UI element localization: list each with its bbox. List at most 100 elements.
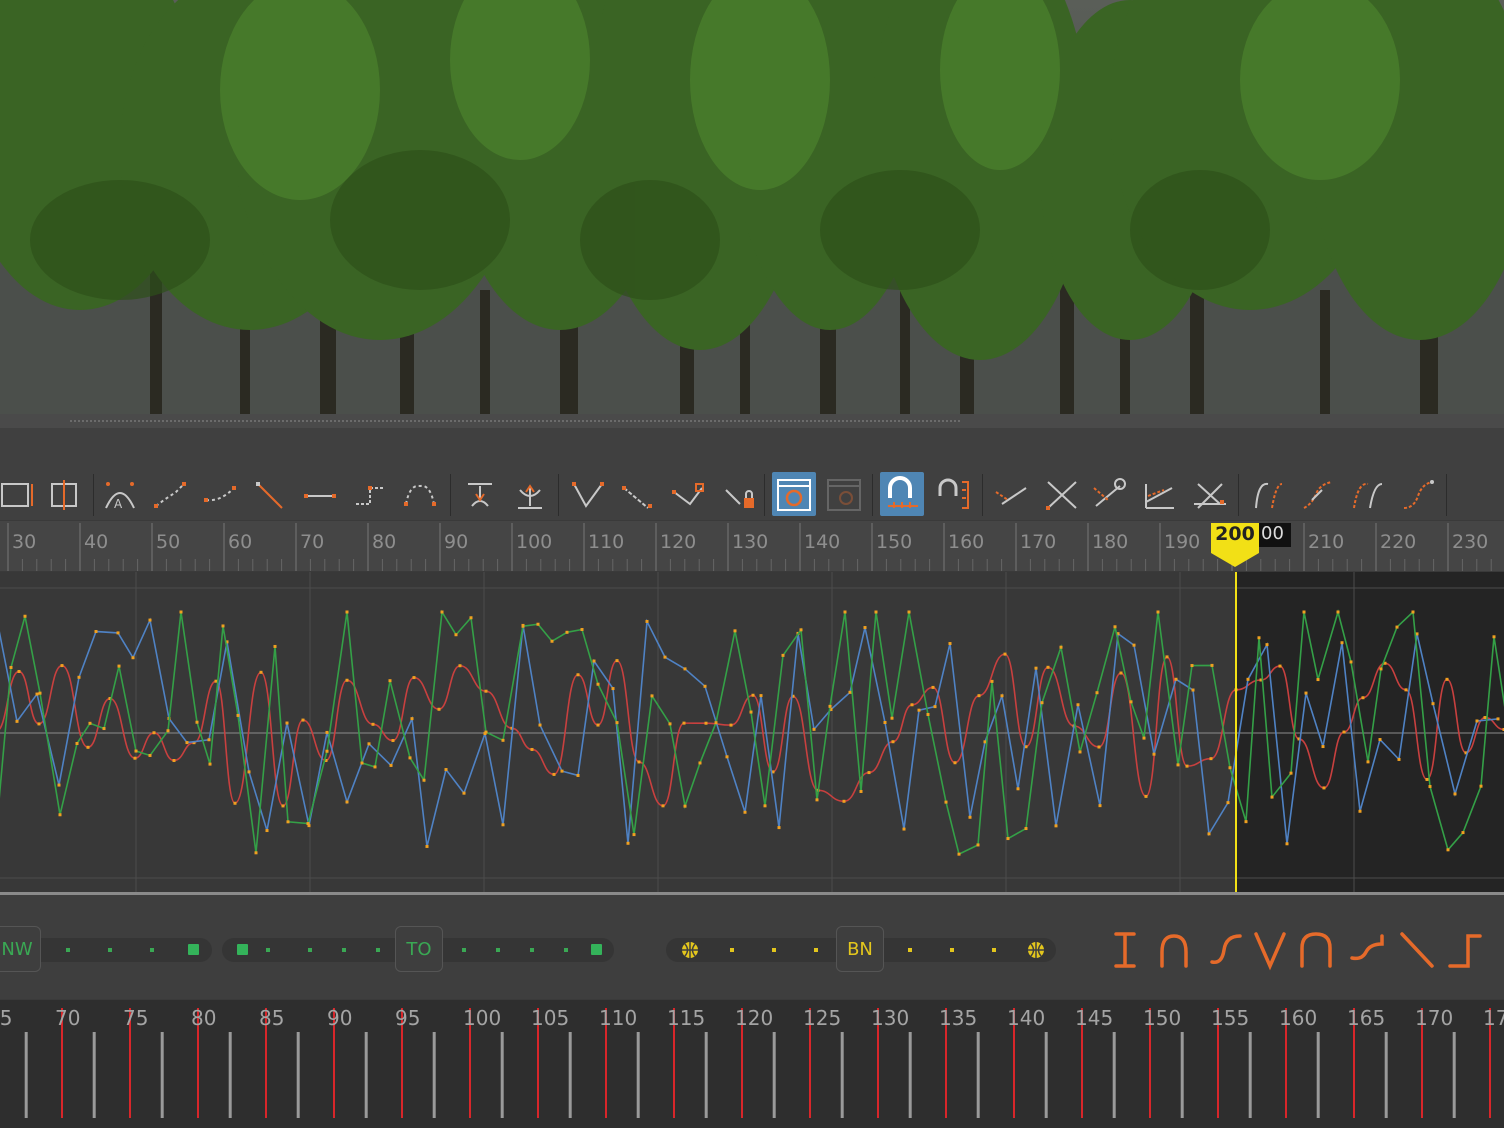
keyframe-point bbox=[440, 610, 444, 614]
keyframe-point bbox=[550, 639, 554, 643]
plateau-tangent-icon[interactable] bbox=[398, 472, 442, 516]
frame-all-icon[interactable] bbox=[0, 472, 38, 516]
curve-graph[interactable] bbox=[0, 572, 1504, 894]
unify-tangents-icon[interactable] bbox=[508, 472, 552, 516]
keyframe-point bbox=[781, 653, 785, 657]
timeline-label: 17 bbox=[1483, 1006, 1504, 1030]
key-square[interactable] bbox=[188, 944, 199, 955]
key-dot[interactable] bbox=[66, 948, 70, 952]
curve-ease-both-icon[interactable] bbox=[1346, 472, 1390, 516]
ease-out-icon[interactable] bbox=[1348, 928, 1388, 972]
keyframe-point bbox=[1257, 636, 1261, 640]
keyframe-point bbox=[35, 692, 39, 696]
key-dot[interactable] bbox=[908, 948, 912, 952]
break-tangents-icon[interactable] bbox=[458, 472, 502, 516]
ruler-tick-label: 110 bbox=[588, 531, 625, 553]
free-weight-icon[interactable] bbox=[566, 472, 610, 516]
ease-in-icon[interactable] bbox=[1158, 928, 1198, 972]
key-globe-icon[interactable] bbox=[1026, 940, 1046, 960]
frame-selection-icon[interactable] bbox=[42, 472, 86, 516]
to-button[interactable]: TO bbox=[395, 926, 443, 972]
key-globe-icon[interactable] bbox=[680, 940, 700, 960]
spline-tangent-icon[interactable] bbox=[148, 472, 192, 516]
keyframe-point bbox=[650, 694, 654, 698]
swap-buffer-icon[interactable] bbox=[822, 472, 866, 516]
key-dot[interactable] bbox=[150, 948, 154, 952]
linear-tangent-icon[interactable] bbox=[248, 472, 292, 516]
keyframe-point bbox=[306, 822, 310, 826]
keyframe-point bbox=[948, 642, 952, 646]
clamped-tangent-icon[interactable] bbox=[198, 472, 242, 516]
keyframe-point bbox=[1097, 745, 1101, 749]
slope-down-icon[interactable] bbox=[1398, 928, 1438, 972]
key-dot[interactable] bbox=[814, 948, 818, 952]
keyframe-point bbox=[1185, 764, 1189, 768]
playhead-flag[interactable]: 200 bbox=[1209, 521, 1261, 569]
lock-weight-icon[interactable] bbox=[616, 472, 660, 516]
panel-splitter[interactable] bbox=[0, 414, 1504, 428]
key-dot[interactable] bbox=[992, 948, 996, 952]
step-icon[interactable] bbox=[1446, 928, 1486, 972]
keyframe-point bbox=[86, 745, 90, 749]
key-dot[interactable] bbox=[530, 948, 534, 952]
weighted-tangents-icon[interactable] bbox=[666, 472, 710, 516]
key-dot[interactable] bbox=[496, 948, 500, 952]
v-shape-icon[interactable] bbox=[1252, 928, 1292, 972]
keyframe-point bbox=[560, 769, 564, 773]
keyframe-point bbox=[763, 804, 767, 808]
step-tangent-icon[interactable] bbox=[348, 472, 392, 516]
keyframe-point bbox=[1342, 730, 1346, 734]
auto-tangent-icon[interactable]: A bbox=[98, 472, 142, 516]
keyframe-point bbox=[596, 682, 600, 686]
keyframe-point bbox=[843, 610, 847, 614]
keyframe-point bbox=[698, 761, 702, 765]
keyframe-point bbox=[1142, 736, 1146, 740]
ruler-tick-label: 90 bbox=[444, 531, 469, 553]
keyframe-point bbox=[325, 730, 329, 734]
keyframe-point bbox=[759, 694, 763, 698]
linear-step-icon[interactable] bbox=[1110, 928, 1150, 972]
keyframe-point bbox=[1446, 848, 1450, 852]
key-dot[interactable] bbox=[342, 948, 346, 952]
keyframe-point bbox=[751, 693, 755, 697]
keyframe-point bbox=[501, 823, 505, 827]
cycle-offset-icon[interactable] bbox=[1088, 472, 1132, 516]
keyframe-point bbox=[94, 630, 98, 634]
nw-button[interactable]: NW bbox=[0, 926, 41, 972]
keyframe-point bbox=[172, 759, 176, 763]
normalize-icon[interactable] bbox=[1138, 472, 1182, 516]
key-dot[interactable] bbox=[108, 948, 112, 952]
keyframe-point bbox=[1289, 771, 1293, 775]
buffer-curve-icon[interactable] bbox=[772, 472, 816, 516]
key-square[interactable] bbox=[237, 944, 248, 955]
pre-infinity-icon[interactable] bbox=[990, 472, 1034, 516]
curve-smooth-icon[interactable] bbox=[1396, 472, 1440, 516]
curve-ease-out-icon[interactable] bbox=[1296, 472, 1340, 516]
flat-tangent-icon[interactable] bbox=[298, 472, 342, 516]
splitter-grip[interactable] bbox=[70, 420, 960, 422]
3d-viewport[interactable] bbox=[0, 0, 1504, 414]
keyframe-point bbox=[1304, 691, 1308, 695]
keyframe-point bbox=[1003, 652, 1007, 656]
key-dot[interactable] bbox=[308, 948, 312, 952]
key-dot[interactable] bbox=[376, 948, 380, 952]
key-dot[interactable] bbox=[772, 948, 776, 952]
s-curve-icon[interactable] bbox=[1206, 928, 1246, 972]
curve-ease-in-icon[interactable] bbox=[1246, 472, 1290, 516]
lock-tangent-icon[interactable] bbox=[718, 472, 762, 516]
key-dot[interactable] bbox=[950, 948, 954, 952]
post-infinity-icon[interactable] bbox=[1040, 472, 1084, 516]
key-dot[interactable] bbox=[730, 948, 734, 952]
ruler-tick-label: 120 bbox=[660, 531, 697, 553]
bounce-icon[interactable] bbox=[1298, 928, 1338, 972]
key-dot[interactable] bbox=[266, 948, 270, 952]
bn-button[interactable]: BN bbox=[836, 926, 884, 972]
key-dot[interactable] bbox=[564, 948, 568, 952]
denormalize-icon[interactable] bbox=[1188, 472, 1232, 516]
key-dot[interactable] bbox=[462, 948, 466, 952]
keyframe-point bbox=[1210, 663, 1214, 667]
keyframe-point bbox=[521, 624, 525, 628]
key-square[interactable] bbox=[591, 944, 602, 955]
snap-keys-icon[interactable] bbox=[932, 472, 976, 516]
snap-magnet-icon[interactable] bbox=[880, 472, 924, 516]
